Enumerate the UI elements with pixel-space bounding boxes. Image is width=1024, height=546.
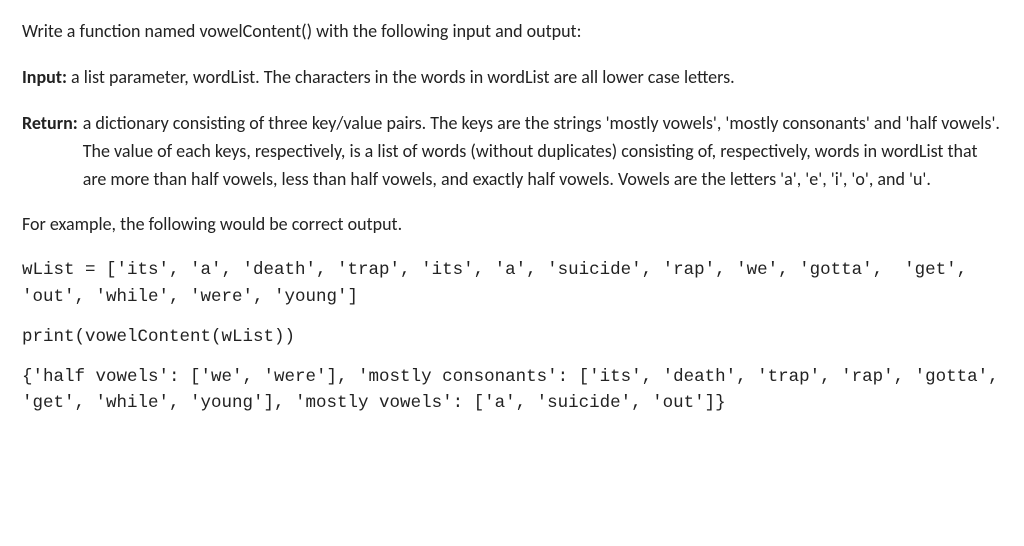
intro-paragraph: Write a function named vowelContent() wi… (22, 18, 1002, 46)
input-paragraph: Input: a list parameter, wordList. The c… (22, 64, 1002, 92)
input-label: Input: (22, 66, 67, 88)
intro-text: Write a function named vowelContent() wi… (22, 20, 581, 42)
example-intro: For example, the following would be corr… (22, 211, 1002, 239)
document-body: Write a function named vowelContent() wi… (0, 0, 1024, 447)
code-print: print(vowelContent(wList)) (22, 324, 1002, 350)
example-intro-text: For example, the following would be corr… (22, 213, 402, 235)
return-body: a dictionary consisting of three key/val… (78, 110, 1002, 194)
return-paragraph: Return: a dictionary consisting of three… (22, 110, 1002, 194)
code-output: {'half vowels': ['we', 'were'], 'mostly … (22, 364, 1002, 417)
input-body: a list parameter, wordList. The characte… (67, 66, 735, 88)
return-label: Return: (22, 110, 78, 138)
code-wlist: wList = ['its', 'a', 'death', 'trap', 'i… (22, 257, 1002, 310)
